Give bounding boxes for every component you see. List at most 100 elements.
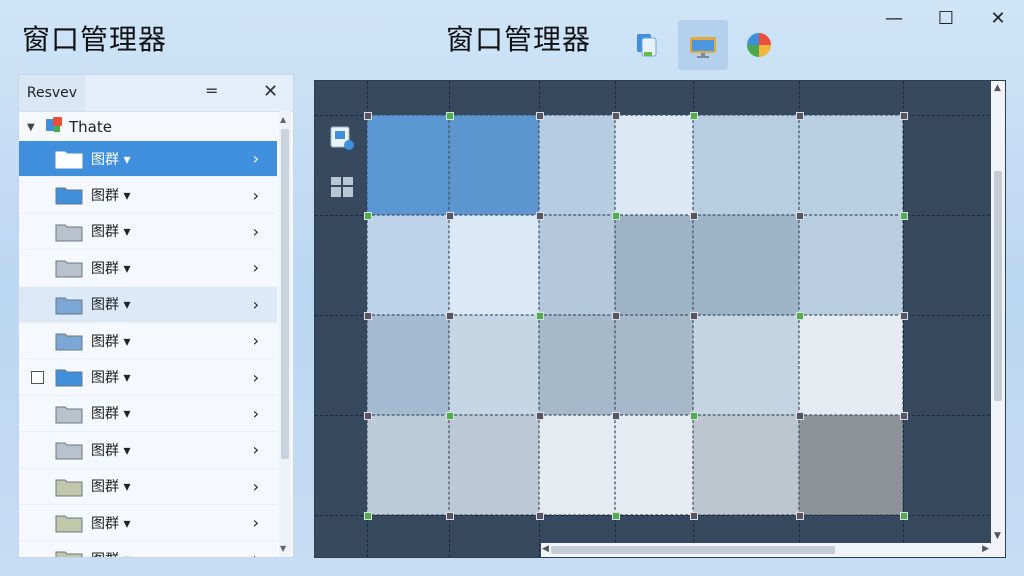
tree-item[interactable]: 图群 ▾ › bbox=[19, 469, 277, 505]
folder-monitor-icon[interactable] bbox=[678, 20, 728, 70]
scroll-thumb[interactable] bbox=[281, 129, 289, 459]
resize-handle[interactable] bbox=[364, 112, 372, 120]
chevron-right-icon[interactable]: › bbox=[253, 549, 259, 557]
scroll-thumb[interactable] bbox=[994, 171, 1002, 401]
tree-item[interactable]: 图群 ▾ › bbox=[19, 177, 277, 214]
grid-tile[interactable] bbox=[693, 115, 799, 215]
minimize-button[interactable]: — bbox=[868, 0, 920, 36]
grid-tile[interactable] bbox=[539, 315, 615, 415]
resize-handle[interactable] bbox=[364, 312, 372, 320]
chevron-right-icon[interactable]: › bbox=[253, 513, 259, 532]
grid-tile[interactable] bbox=[799, 115, 903, 215]
tree-item[interactable]: 图群 ▾ › bbox=[19, 505, 277, 542]
grid-tile[interactable] bbox=[367, 315, 449, 415]
item-checkbox[interactable] bbox=[31, 370, 44, 384]
grid-tile[interactable] bbox=[615, 215, 693, 315]
grid-tile[interactable] bbox=[449, 315, 539, 415]
grid-tile[interactable] bbox=[449, 115, 539, 215]
chevron-right-icon[interactable]: › bbox=[253, 477, 259, 496]
resize-handle[interactable] bbox=[690, 312, 698, 320]
grid-tile[interactable] bbox=[615, 115, 693, 215]
resize-handle[interactable] bbox=[796, 412, 804, 420]
chevron-right-icon[interactable]: › bbox=[253, 404, 259, 423]
export-icon[interactable] bbox=[329, 125, 355, 155]
resize-handle[interactable] bbox=[796, 312, 804, 320]
grid-tile[interactable] bbox=[615, 415, 693, 515]
resize-handle[interactable] bbox=[900, 312, 908, 320]
resize-handle[interactable] bbox=[690, 212, 698, 220]
chevron-right-icon[interactable]: › bbox=[253, 186, 259, 205]
resize-handle[interactable] bbox=[446, 112, 454, 120]
canvas-area[interactable]: ▲ ▼ ◀ ▶ bbox=[314, 80, 1006, 558]
resize-handle[interactable] bbox=[612, 512, 620, 520]
resize-handle[interactable] bbox=[446, 512, 454, 520]
resize-handle[interactable] bbox=[796, 112, 804, 120]
tree-item[interactable]: 图群 ▾ › bbox=[19, 432, 277, 469]
scroll-up-icon[interactable]: ▲ bbox=[280, 115, 286, 124]
resize-handle[interactable] bbox=[536, 412, 544, 420]
resize-handle[interactable] bbox=[796, 512, 804, 520]
chevron-right-icon[interactable]: › bbox=[253, 295, 259, 314]
chevron-right-icon[interactable]: › bbox=[253, 258, 259, 277]
grid-tile[interactable] bbox=[367, 215, 449, 315]
grid-tile[interactable] bbox=[539, 115, 615, 215]
chevron-right-icon[interactable]: › bbox=[253, 368, 259, 387]
resize-handle[interactable] bbox=[446, 212, 454, 220]
resize-handle[interactable] bbox=[364, 512, 372, 520]
grid-tile[interactable] bbox=[539, 215, 615, 315]
resize-handle[interactable] bbox=[690, 512, 698, 520]
resize-handle[interactable] bbox=[690, 112, 698, 120]
resize-handle[interactable] bbox=[446, 412, 454, 420]
expand-arrow-icon[interactable]: ▼ bbox=[27, 122, 37, 133]
grid-tile[interactable] bbox=[449, 215, 539, 315]
resize-handle[interactable] bbox=[612, 212, 620, 220]
grid-tile[interactable] bbox=[799, 415, 903, 515]
scroll-down-icon[interactable]: ▼ bbox=[994, 531, 1001, 541]
color-wheel-icon[interactable] bbox=[734, 20, 784, 70]
grid-tile[interactable] bbox=[449, 415, 539, 515]
chevron-right-icon[interactable]: › bbox=[253, 331, 259, 350]
chevron-right-icon[interactable]: › bbox=[253, 222, 259, 241]
canvas-horizontal-scrollbar[interactable]: ◀ ▶ bbox=[541, 543, 1005, 557]
grid-tile[interactable] bbox=[367, 115, 449, 215]
scroll-down-icon[interactable]: ▼ bbox=[280, 544, 286, 553]
close-button[interactable]: ✕ bbox=[972, 0, 1024, 36]
tree-item[interactable]: 图群 ▾ › bbox=[19, 396, 277, 433]
scroll-left-icon[interactable]: ◀ bbox=[542, 544, 549, 554]
resize-handle[interactable] bbox=[536, 512, 544, 520]
grid-layout-icon[interactable] bbox=[329, 175, 355, 205]
panel-menu-button[interactable]: = bbox=[205, 81, 218, 100]
resize-handle[interactable] bbox=[536, 312, 544, 320]
tree-item[interactable]: 图群 ▾ › bbox=[19, 286, 277, 323]
resize-handle[interactable] bbox=[900, 212, 908, 220]
resize-handle[interactable] bbox=[690, 412, 698, 420]
grid-tile[interactable] bbox=[799, 315, 903, 415]
tree-item[interactable]: 图群 ▾ › bbox=[19, 359, 277, 396]
resize-handle[interactable] bbox=[900, 112, 908, 120]
tree-root[interactable]: ▼ Thate bbox=[19, 112, 293, 142]
resize-handle[interactable] bbox=[612, 312, 620, 320]
grid-tile[interactable] bbox=[693, 415, 799, 515]
panel-tab[interactable]: Resvev bbox=[19, 75, 85, 111]
grid-tile[interactable] bbox=[539, 415, 615, 515]
panel-close-button[interactable]: ✕ bbox=[263, 81, 278, 102]
resize-handle[interactable] bbox=[900, 412, 908, 420]
grid-tile[interactable] bbox=[693, 315, 799, 415]
grid-tile[interactable] bbox=[615, 315, 693, 415]
grid-tile[interactable] bbox=[367, 415, 449, 515]
resize-handle[interactable] bbox=[536, 112, 544, 120]
scroll-thumb[interactable] bbox=[551, 546, 835, 554]
tree-item[interactable]: 图群 ▾ › bbox=[19, 323, 277, 360]
chevron-right-icon[interactable]: › bbox=[253, 440, 259, 459]
resize-handle[interactable] bbox=[364, 212, 372, 220]
tree-item[interactable]: 图群 ▾ › bbox=[19, 214, 277, 251]
resize-handle[interactable] bbox=[796, 212, 804, 220]
scroll-right-icon[interactable]: ▶ bbox=[982, 544, 989, 554]
maximize-button[interactable]: ☐ bbox=[920, 0, 972, 36]
resize-handle[interactable] bbox=[900, 512, 908, 520]
resize-handle[interactable] bbox=[612, 412, 620, 420]
left-scrollbar[interactable]: ▲ ▼ bbox=[279, 111, 291, 557]
grid-tile[interactable] bbox=[693, 215, 799, 315]
tree-item[interactable]: 图群 ▾ › bbox=[19, 541, 277, 557]
grid-tile[interactable] bbox=[799, 215, 903, 315]
